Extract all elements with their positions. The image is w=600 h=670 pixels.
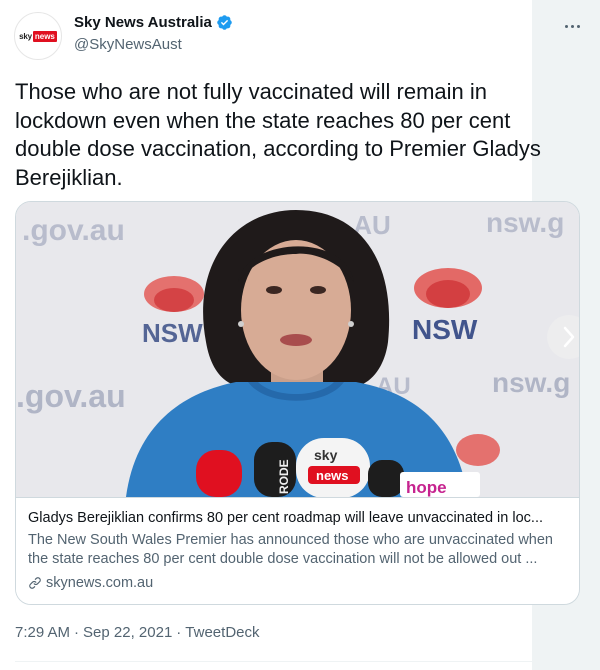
- tweet-text: Those who are not fully vaccinated will …: [15, 79, 541, 190]
- more-options-icon[interactable]: [560, 17, 584, 35]
- card-image[interactable]: .gov.au .AU nsw.g .gov.au nsw.g AU NSW N…: [16, 202, 579, 497]
- tweet-meta: 7:29 AM · Sep 22, 2021 · TweetDeck: [15, 624, 260, 641]
- author-handle[interactable]: @SkyNewsAust: [74, 36, 182, 53]
- meta-separator: ·: [74, 624, 80, 641]
- card-domain-row: skynews.com.au: [28, 575, 153, 591]
- hope-logo-text: hope: [406, 478, 447, 497]
- meta-separator: ·: [176, 624, 182, 641]
- mic-rode-text: RODE: [277, 459, 291, 494]
- nsw-logo-right-text: NSW: [412, 314, 478, 345]
- backdrop-text-nsw-mid: nsw.g: [492, 367, 570, 398]
- nsw-logo-left-text: NSW: [142, 318, 203, 348]
- link-icon: [29, 577, 41, 589]
- backdrop-text-gov-top: .gov.au: [22, 214, 125, 247]
- press-conference-photo: .gov.au .AU nsw.g .gov.au nsw.g AU NSW N…: [16, 202, 579, 497]
- avatar[interactable]: sky news: [14, 12, 62, 60]
- author-row: Sky News Australia: [74, 14, 233, 31]
- tweet-time[interactable]: 7:29 AM: [15, 624, 70, 641]
- card-title: Gladys Berejiklian confirms 80 per cent …: [28, 510, 543, 526]
- verified-badge-icon: [217, 15, 232, 30]
- mic-news-text: news: [316, 468, 349, 483]
- tweet-date[interactable]: Sep 22, 2021: [83, 624, 172, 641]
- backdrop-text-nsw-top: nsw.g: [486, 207, 564, 238]
- sky-news-logo: sky news: [19, 30, 57, 42]
- link-card[interactable]: .gov.au .AU nsw.g .gov.au nsw.g AU NSW N…: [15, 201, 580, 605]
- author-name[interactable]: Sky News Australia: [74, 14, 212, 31]
- card-description: The New South Wales Premier has announce…: [28, 532, 553, 567]
- mic-sky-text: sky: [314, 447, 338, 463]
- divider: [15, 661, 580, 662]
- card-info[interactable]: Gladys Berejiklian confirms 80 per cent …: [16, 497, 579, 604]
- card-domain: skynews.com.au: [46, 575, 154, 591]
- tweet-source[interactable]: TweetDeck: [185, 624, 259, 641]
- backdrop-text-gov-mid: .gov.au: [16, 378, 126, 414]
